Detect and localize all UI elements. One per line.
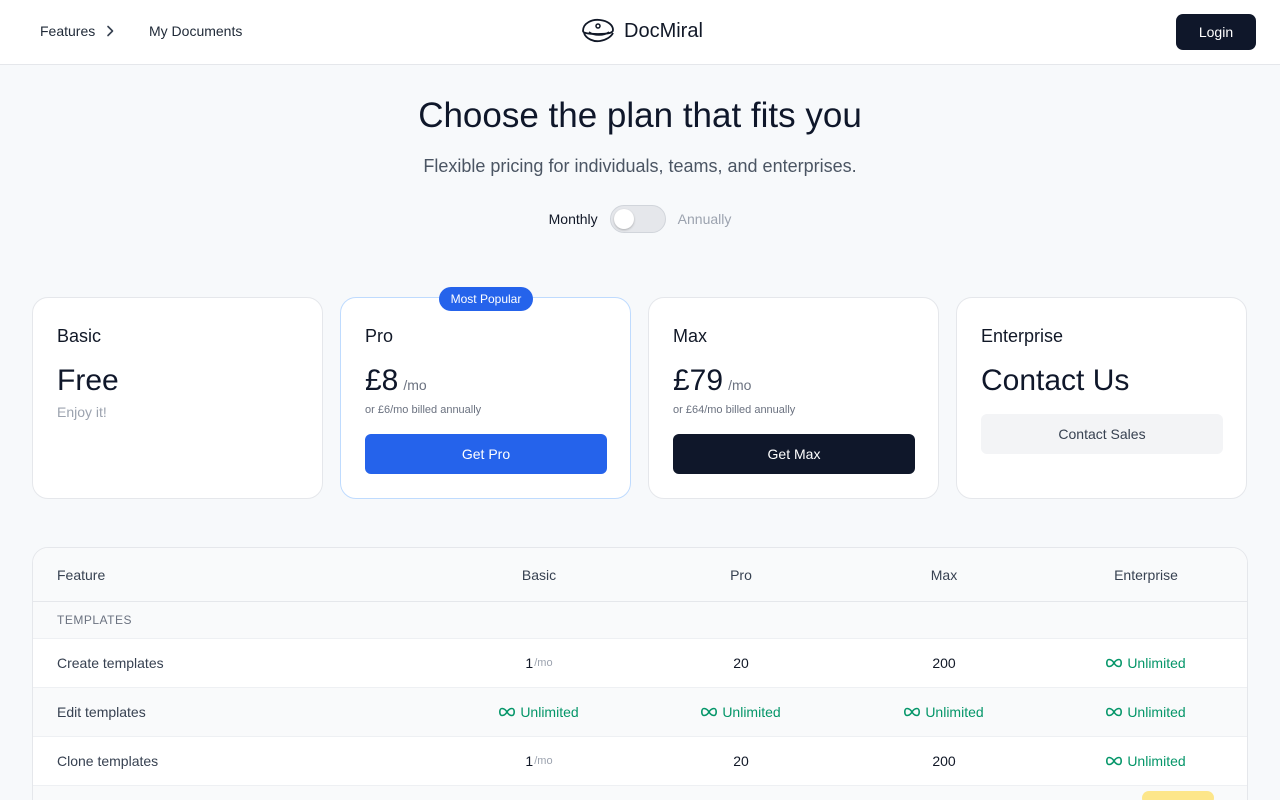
unlimited-value: Unlimited (1106, 753, 1186, 769)
limit-number: 1 (525, 655, 534, 671)
nav-my-documents[interactable]: My Documents (149, 23, 242, 39)
page-title: Choose the plan that fits you (418, 96, 862, 135)
enterprise-value: Unlimited (1046, 639, 1246, 687)
plan-price-value: Free (57, 364, 119, 397)
basic-value: 1/mo (439, 737, 639, 785)
plan-price-value: £8 (365, 364, 399, 397)
table-row (33, 786, 1247, 800)
unlimited-value: Unlimited (701, 704, 781, 720)
unlimited-label: Unlimited (520, 704, 579, 720)
table-row: Create templates 1/mo 20 200 Unlimited (33, 639, 1247, 688)
limit-number: 20 (733, 753, 749, 769)
table-header-row: Feature Basic Pro Max Enterprise (33, 548, 1247, 602)
unlimited-label: Unlimited (1127, 753, 1186, 769)
captain-hat-logo-icon (582, 18, 614, 43)
limit-number: 20 (733, 655, 749, 671)
toggle-knob (613, 209, 634, 229)
infinity-icon (1106, 756, 1123, 766)
contact-sales-button[interactable]: Contact Sales (981, 414, 1223, 454)
plan-price: Free (57, 364, 119, 398)
brand-logo[interactable]: DocMiral (580, 17, 703, 45)
billing-monthly-label[interactable]: Monthly (549, 211, 598, 227)
section-label-templates: TEMPLATES (57, 613, 132, 627)
column-header-feature: Feature (57, 566, 106, 583)
plan-card-pro: Pro £8 /mo or £6/mo billed annually Get … (340, 297, 631, 499)
plan-annual-note: or £64/mo billed annually (673, 404, 796, 416)
limit-number: 200 (932, 655, 956, 671)
infinity-icon (904, 707, 921, 717)
pro-value: 20 (641, 737, 841, 785)
brand-name: DocMiral (624, 19, 703, 42)
plan-period: /mo (403, 377, 427, 393)
column-header-pro: Pro (730, 566, 752, 583)
plan-price: £8 /mo (365, 364, 427, 398)
feature-name: Create templates (57, 655, 164, 671)
column-header-enterprise: Enterprise (1114, 566, 1178, 583)
plan-card-max: Max £79 /mo or £64/mo billed annually Ge… (648, 297, 939, 499)
column-header-basic: Basic (521, 566, 557, 583)
enterprise-value: Unlimited (1046, 688, 1246, 736)
infinity-icon (1106, 707, 1123, 717)
get-max-button[interactable]: Get Max (673, 434, 915, 474)
basic-value: Unlimited (439, 688, 639, 736)
unlimited-value: Unlimited (1106, 704, 1186, 720)
page-subtitle: Flexible pricing for individuals, teams,… (423, 156, 857, 176)
infinity-icon (701, 707, 718, 717)
table-row: Clone templates 1/mo 20 200 Unlimited (33, 737, 1247, 786)
billing-toggle-row: Monthly Annually (0, 205, 1280, 233)
basic-value: 1/mo (439, 639, 639, 687)
feature-name: Clone templates (57, 753, 159, 769)
plan-card-enterprise: Enterprise Contact Us Contact Sales (956, 297, 1247, 499)
plan-name: Enterprise (981, 326, 1064, 346)
nav-features-menu[interactable]: Features (40, 23, 117, 39)
table-row: Edit templates Unlimited Unlimited Unlim… (33, 688, 1247, 737)
plan-period: /mo (728, 377, 752, 393)
unlimited-label: Unlimited (1127, 655, 1186, 671)
status-badge (1142, 791, 1214, 800)
infinity-icon (1106, 658, 1123, 668)
limit-unit: /mo (534, 657, 553, 669)
feature-name: Edit templates (57, 704, 146, 720)
billing-period-toggle[interactable] (609, 205, 666, 233)
max-value: 200 (844, 737, 1044, 785)
plan-price: £79 /mo (673, 364, 751, 398)
feature-comparison-table: Feature Basic Pro Max Enterprise TEMPLAT… (32, 547, 1248, 800)
pro-value: 20 (641, 639, 841, 687)
plan-price: Contact Us (981, 364, 1129, 398)
unlimited-label: Unlimited (1127, 704, 1186, 720)
unlimited-value: Unlimited (1106, 655, 1186, 671)
top-navbar: Features My Documents DocMiral Login (0, 0, 1280, 65)
enterprise-value: Unlimited (1046, 737, 1246, 785)
table-section-row: TEMPLATES (33, 602, 1247, 639)
column-header-max: Max (930, 566, 958, 583)
most-popular-badge: Most Popular (439, 287, 533, 311)
infinity-icon (499, 707, 516, 717)
unlimited-label: Unlimited (722, 704, 781, 720)
nav-features-label: Features (40, 23, 96, 39)
plan-name: Max (673, 326, 708, 346)
login-button[interactable]: Login (1176, 14, 1256, 50)
limit-unit: /mo (534, 755, 553, 767)
plan-name: Basic (57, 326, 102, 346)
unlimited-label: Unlimited (925, 704, 984, 720)
plan-tagline: Enjoy it! (57, 404, 107, 420)
get-pro-button[interactable]: Get Pro (365, 434, 607, 474)
billing-annually-label[interactable]: Annually (678, 211, 732, 227)
nav-documents-label: My Documents (149, 23, 243, 39)
plan-price-value: £79 (673, 364, 724, 397)
max-value: 200 (844, 639, 1044, 687)
plan-name: Pro (365, 326, 394, 346)
chevron-right-icon (107, 25, 114, 37)
pro-value: Unlimited (641, 688, 841, 736)
plan-card-basic: Basic Free Enjoy it! (32, 297, 323, 499)
unlimited-value: Unlimited (499, 704, 579, 720)
plan-annual-note: or £6/mo billed annually (365, 404, 482, 416)
limit-number: 1 (525, 753, 534, 769)
unlimited-value: Unlimited (904, 704, 984, 720)
max-value: Unlimited (844, 688, 1044, 736)
plan-price-value: Contact Us (981, 364, 1130, 397)
limit-number: 200 (932, 753, 956, 769)
